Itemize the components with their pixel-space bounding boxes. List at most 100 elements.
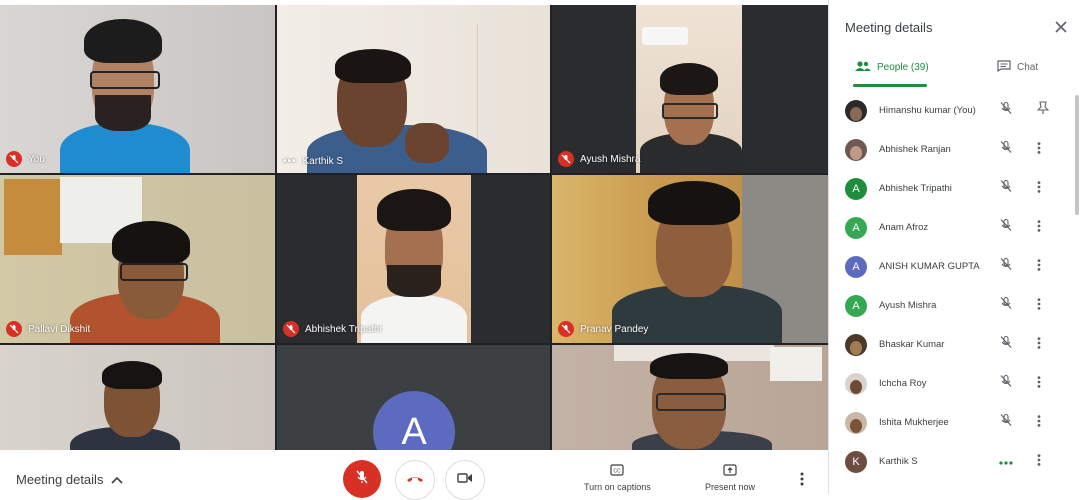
more-vert-icon[interactable] <box>1037 141 1041 159</box>
tab-chat[interactable]: Chat <box>997 60 1038 75</box>
avatar <box>845 138 867 161</box>
participant-name: Bhaskar Kumar <box>879 339 945 350</box>
avatar-letter: A <box>852 221 860 234</box>
avatar <box>845 99 867 122</box>
participant-list-scrollbar[interactable] <box>1075 95 1079 215</box>
svg-text:CC: CC <box>614 469 622 475</box>
participant-row[interactable]: K Karthik S <box>829 442 1069 481</box>
participant-name: ANISH KUMAR GUPTA <box>879 261 980 272</box>
mic-muted-icon <box>999 257 1013 276</box>
more-vert-icon[interactable] <box>1037 180 1041 198</box>
tile-name: Pranav Pandey <box>580 323 649 335</box>
avatar-letter: A <box>852 182 860 195</box>
mic-muted-icon <box>999 413 1013 432</box>
tile-name-tag: Abhishek Tripathi <box>283 321 382 337</box>
participant-name: Abhishek Tripathi <box>879 183 952 194</box>
meeting-details-label: Meeting details <box>16 472 104 487</box>
more-dots-icon: ••• <box>283 156 297 167</box>
participant-name: Abhishek Ranjan <box>879 144 951 155</box>
mic-off-icon <box>283 321 299 337</box>
present-screen-icon <box>723 464 737 478</box>
panel-title: Meeting details <box>845 20 933 35</box>
tile-name-tag: Pallavi Dikshit <box>6 321 90 337</box>
mic-muted-icon <box>999 179 1013 198</box>
mic-muted-icon <box>999 335 1013 354</box>
participant-row[interactable]: A Abhishek Tripathi <box>829 169 1069 208</box>
tile-name: Abhishek Tripathi <box>305 323 382 335</box>
more-vert-icon[interactable] <box>1037 219 1041 237</box>
avatar: A <box>845 255 867 278</box>
more-vert-icon[interactable] <box>1037 375 1041 393</box>
video-tile-avatar[interactable]: A <box>277 345 550 450</box>
more-options-button[interactable] <box>800 472 804 491</box>
camera-toggle-button[interactable] <box>445 460 485 500</box>
participant-name: Ichcha Roy <box>879 378 927 389</box>
meeting-details-toggle[interactable]: Meeting details <box>16 472 124 487</box>
participant-avatar: A <box>373 391 455 450</box>
tile-name: Karthik S <box>302 156 344 167</box>
avatar-letter: A <box>852 299 860 312</box>
participant-row[interactable]: A Ayush Mishra <box>829 286 1069 325</box>
tab-people[interactable]: People (39) <box>855 60 929 75</box>
bottom-toolbar: Meeting details CC Turn on captions Pres… <box>0 450 828 500</box>
more-vert-icon[interactable] <box>1037 453 1041 471</box>
chevron-up-icon <box>111 472 124 487</box>
tile-name-tag: Pranav Pandey <box>558 321 648 337</box>
avatar: A <box>845 216 867 239</box>
participant-row[interactable]: Abhishek Ranjan <box>829 130 1069 169</box>
participant-name: Himanshu kumar (You) <box>879 105 976 116</box>
mic-toggle-button[interactable] <box>343 460 381 498</box>
participant-name: Ayush Mishra <box>879 300 937 311</box>
mic-muted-icon <box>999 374 1013 393</box>
video-camera-icon <box>457 471 473 489</box>
video-tile-participant-9[interactable] <box>552 345 828 450</box>
video-tile-abhishek[interactable]: Abhishek Tripathi <box>277 175 550 343</box>
participant-name: Anam Afroz <box>879 222 929 233</box>
avatar <box>845 372 867 395</box>
more-vert-icon[interactable] <box>1037 258 1041 276</box>
participant-row[interactable]: A ANISH KUMAR GUPTA <box>829 247 1069 286</box>
pin-icon[interactable] <box>1036 101 1050 120</box>
video-tile-pallavi[interactable]: Pallavi Dikshit <box>0 175 275 343</box>
video-tile-you[interactable]: You <box>0 5 275 173</box>
participant-name: Karthik S <box>879 456 918 467</box>
more-vert-icon <box>800 472 804 490</box>
meeting-details-panel: Meeting details People (39) Chat Himansh… <box>828 0 1080 494</box>
participant-row[interactable]: Bhaskar Kumar <box>829 325 1069 364</box>
tab-people-label: People (39) <box>877 62 929 73</box>
avatar: K <box>845 450 867 473</box>
captions-button[interactable]: CC Turn on captions <box>584 464 651 492</box>
present-now-button[interactable]: Present now <box>705 464 755 492</box>
more-vert-icon[interactable] <box>1037 414 1041 432</box>
video-tile-participant-7[interactable] <box>0 345 275 450</box>
close-panel-button[interactable] <box>1055 18 1067 38</box>
participant-row[interactable]: A Anam Afroz <box>829 208 1069 247</box>
avatar: A <box>845 177 867 200</box>
video-grid: You ••• Karthik S Ayush Mishra Pallavi D… <box>0 5 828 450</box>
participant-row[interactable]: Himanshu kumar (You) <box>829 91 1069 130</box>
participant-name: Ishita Mukherjee <box>879 417 949 428</box>
avatar-letter: A <box>852 260 860 273</box>
mic-muted-icon <box>999 101 1013 120</box>
video-tile-pranav[interactable]: Pranav Pandey <box>552 175 828 343</box>
mic-muted-icon <box>999 140 1013 159</box>
mic-off-icon <box>354 469 370 490</box>
chat-icon <box>997 60 1011 75</box>
participant-row[interactable]: Ishita Mukherjee <box>829 403 1069 442</box>
active-tab-indicator <box>853 84 927 87</box>
people-icon <box>855 60 871 75</box>
avatar-letter: K <box>852 455 860 468</box>
tile-name: Pallavi Dikshit <box>28 323 91 335</box>
video-tile-karthik[interactable]: ••• Karthik S <box>277 5 550 173</box>
close-icon <box>1055 18 1067 37</box>
more-vert-icon[interactable] <box>1037 336 1041 354</box>
leave-call-button[interactable] <box>395 460 435 500</box>
more-vert-icon[interactable] <box>1037 297 1041 315</box>
present-label: Present now <box>705 482 756 492</box>
tile-name: Ayush Mishra <box>580 153 641 165</box>
mic-muted-icon <box>999 218 1013 237</box>
video-tile-ayush[interactable]: Ayush Mishra <box>552 5 828 173</box>
hang-up-icon <box>406 471 424 489</box>
mic-off-icon <box>558 151 574 167</box>
participant-row[interactable]: Ichcha Roy <box>829 364 1069 403</box>
